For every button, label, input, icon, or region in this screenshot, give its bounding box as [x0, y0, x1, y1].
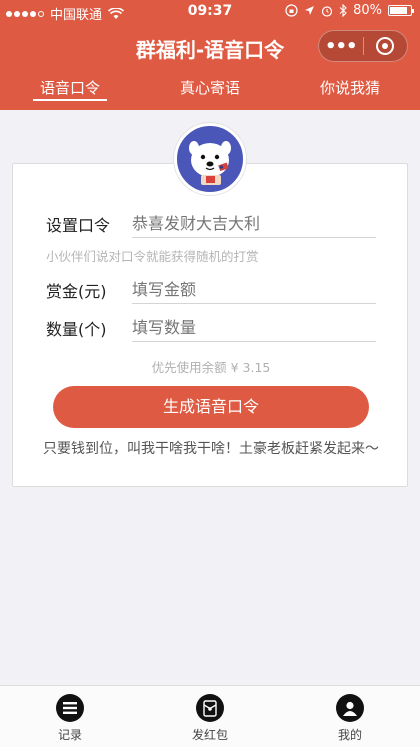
dog-mascot-icon [189, 141, 231, 185]
password-row: 设置口令 [46, 210, 376, 238]
password-hint: 小伙伴们说对口令就能获得随机的打赏 [46, 249, 259, 264]
target-circle-icon [376, 37, 395, 55]
bluetooth-icon [339, 4, 347, 17]
close-mini-program-button[interactable] [363, 37, 407, 55]
nav-bar: 群福利-语音口令 ••• [0, 24, 420, 70]
red-packet-icon [196, 694, 224, 722]
more-options-button[interactable]: ••• [319, 36, 363, 57]
tab-heartfelt-message[interactable]: 真心寄语 [140, 70, 280, 110]
bottom-nav-mine-label: 我的 [337, 728, 362, 742]
bottom-nav-records[interactable]: 记录 [0, 686, 140, 747]
count-row: 数量(个) [46, 314, 376, 342]
count-label: 数量(个) [46, 320, 107, 339]
amount-row: 赏金(元) [46, 276, 376, 304]
location-arrow-icon [305, 6, 315, 15]
mini-program-capsule: ••• [318, 30, 408, 62]
tab-bar: 语音口令 真心寄语 你说我猜 [0, 70, 420, 110]
battery-percent: 80% [353, 3, 382, 18]
password-label: 设置口令 [46, 216, 111, 235]
amount-input[interactable] [132, 276, 376, 304]
rotation-lock-icon [285, 4, 298, 17]
bottom-nav: 记录 发红包 我的 [0, 685, 420, 747]
alarm-icon [321, 5, 333, 17]
status-bar: 中国联通 09:37 80% [0, 0, 420, 24]
red-packet-form-card: 设置口令 小伙伴们说对口令就能获得随机的打赏 赏金(元) 数量(个) 优先使用余… [12, 163, 408, 487]
amount-label: 赏金(元) [46, 282, 107, 301]
tab-voice-password[interactable]: 语音口令 [0, 70, 140, 110]
avatar [174, 123, 246, 195]
bottom-nav-send-packet-label: 发红包 [191, 728, 228, 742]
generate-voice-password-button[interactable]: 生成语音口令 [53, 386, 369, 428]
ellipsis-icon: ••• [324, 35, 358, 57]
balance-note: 优先使用余额 ¥ 3.15 [151, 360, 271, 375]
bottom-nav-send-packet[interactable]: 发红包 [140, 686, 280, 747]
count-input[interactable] [132, 314, 376, 342]
user-icon [336, 694, 364, 722]
bottom-nav-mine[interactable]: 我的 [280, 686, 420, 747]
bottom-nav-records-label: 记录 [57, 728, 82, 742]
password-input[interactable] [132, 210, 376, 238]
tab-guess-game[interactable]: 你说我猜 [280, 70, 420, 110]
battery-icon [388, 5, 414, 16]
list-icon [56, 694, 84, 722]
slogan-text: 只要钱到位，叫我干啥我干啥！土豪老板赶紧发起来～ [43, 441, 379, 457]
